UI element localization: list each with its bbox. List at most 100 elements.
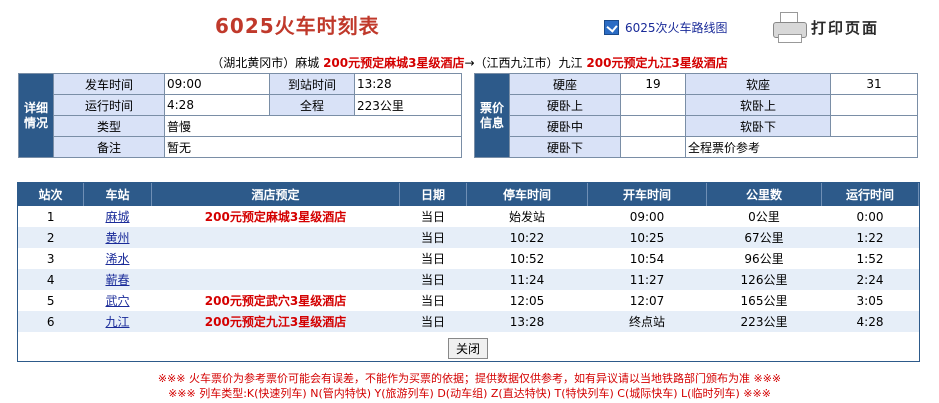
train-type-legend: ※※※ 列车类型:K(快速列车) N(管内特快) Y(旅游列车) D(动车组) … [168, 387, 771, 400]
cell-arrive: 12:05 [466, 290, 588, 311]
soft-seat-label: 软座 [685, 73, 831, 95]
cell-date: 当日 [399, 269, 467, 290]
map-icon [604, 20, 619, 35]
table-row: 4 蕲春 当日 11:24 11:27 126公里 2:24 [18, 269, 919, 290]
from-region: （湖北黄冈市） [211, 56, 296, 70]
cell-km: 96公里 [706, 248, 822, 269]
hard-sleeper-down-label: 硬卧下 [509, 136, 621, 158]
depart-label: 发车时间 [53, 73, 165, 95]
hotel-link[interactable]: 200元预定麻城3星级酒店 [151, 206, 400, 227]
cell-arrive: 始发站 [466, 206, 588, 227]
hard-sleeper-mid-label: 硬卧中 [509, 115, 621, 137]
soft-sleeper-up-label: 软卧上 [685, 94, 831, 116]
cell-arrive: 13:28 [466, 311, 588, 332]
fare-disclaimer: ※※※ 火车票价为参考票价可能会有误差，不能作为买票的依据；提供数据仅供参考，如… [157, 372, 782, 385]
hotel-cell [151, 248, 400, 269]
cell-km: 67公里 [706, 227, 822, 248]
printer-icon [773, 12, 807, 43]
cell-arrive: 11:24 [466, 269, 588, 290]
cell-run: 3:05 [821, 290, 919, 311]
table-row: 2 黄州 当日 10:22 10:25 67公里 1:22 [18, 227, 919, 248]
cell-date: 当日 [399, 227, 467, 248]
hotel-link[interactable]: 200元预定九江3星级酒店 [151, 311, 400, 332]
hotel-cell [151, 227, 400, 248]
from-city: 麻城 [295, 56, 320, 70]
run-value: 4:28 [164, 94, 270, 116]
arrive-value: 13:28 [354, 73, 462, 95]
cell-run: 2:24 [821, 269, 919, 290]
cell-date: 当日 [399, 206, 467, 227]
distance-label: 全程 [269, 94, 355, 116]
cell-run: 1:22 [821, 227, 919, 248]
to-city: 九江 [558, 56, 583, 70]
cell-depart: 终点站 [587, 311, 707, 332]
cell-km: 223公里 [706, 311, 822, 332]
station-link[interactable]: 麻城 [105, 210, 129, 224]
cell-no: 6 [18, 311, 84, 332]
cell-no: 1 [18, 206, 84, 227]
cell-depart: 10:54 [587, 248, 707, 269]
table-row: 3 浠水 当日 10:52 10:54 96公里 1:52 [18, 248, 919, 269]
station-link[interactable]: 浠水 [105, 252, 129, 266]
cell-run: 0:00 [821, 206, 919, 227]
route-line: （湖北黄冈市）麻城 200元预定麻城3星级酒店→（江西九江市）九江 200元预定… [0, 54, 939, 71]
distance-value: 223公里 [354, 94, 462, 116]
cell-no: 2 [18, 227, 84, 248]
cell-date: 当日 [399, 311, 467, 332]
from-hotel-link[interactable]: 200元预定麻城3星级酒店 [323, 56, 464, 70]
cell-km: 0公里 [706, 206, 822, 227]
soft-seat-value: 31 [830, 73, 918, 95]
route-arrow: → [464, 56, 475, 70]
table-row: 1 麻城 200元预定麻城3星级酒店 当日 始发站 09:00 0公里 0:00 [18, 206, 919, 227]
cell-depart: 11:27 [587, 269, 707, 290]
col-header-no: 站次 [18, 183, 84, 206]
hard-seat-value: 19 [620, 73, 686, 95]
table-row: 6 九江 200元预定九江3星级酒店 当日 13:28 终点站 223公里 4:… [18, 311, 919, 332]
schedule-table: 站次 车站 酒店预定 日期 停车时间 开车时间 公里数 运行时间 1 麻城 20… [18, 183, 919, 332]
station-link[interactable]: 黄州 [105, 231, 129, 245]
page-title: 6025火车时刻表 [215, 14, 380, 38]
detail-heading: 详细情况 [18, 73, 54, 158]
hard-seat-label: 硬座 [509, 73, 621, 95]
col-header-hotel: 酒店预定 [151, 183, 400, 206]
cell-depart: 12:07 [587, 290, 707, 311]
cell-arrive: 10:22 [466, 227, 588, 248]
remark-value: 暂无 [164, 136, 462, 158]
close-button[interactable]: 关闭 [448, 338, 488, 359]
hard-sleeper-up-label: 硬卧上 [509, 94, 621, 116]
to-hotel-link[interactable]: 200元预定九江3星级酒店 [586, 56, 727, 70]
print-button[interactable]: 打印页面 [773, 12, 880, 43]
station-link[interactable]: 蕲春 [105, 273, 129, 287]
table-row: 5 武穴 200元预定武穴3星级酒店 当日 12:05 12:07 165公里 … [18, 290, 919, 311]
type-value: 普慢 [164, 115, 462, 137]
col-header-station: 车站 [83, 183, 152, 206]
cell-no: 3 [18, 248, 84, 269]
route-map-link[interactable]: 6025次火车路线图 [604, 19, 728, 36]
col-header-depart: 开车时间 [587, 183, 707, 206]
hotel-cell [151, 269, 400, 290]
col-header-arrive: 停车时间 [466, 183, 588, 206]
fare-reference-note: 全程票价参考 [685, 136, 918, 158]
cell-depart: 09:00 [587, 206, 707, 227]
col-header-km: 公里数 [706, 183, 822, 206]
print-label: 打印页面 [811, 18, 880, 37]
cell-date: 当日 [399, 248, 467, 269]
col-header-date: 日期 [399, 183, 467, 206]
depart-value: 09:00 [164, 73, 270, 95]
cell-no: 5 [18, 290, 84, 311]
station-link[interactable]: 武穴 [105, 294, 129, 308]
station-link[interactable]: 九江 [105, 315, 129, 329]
cell-km: 165公里 [706, 290, 822, 311]
soft-sleeper-down-label: 软卧下 [685, 115, 831, 137]
hotel-link[interactable]: 200元预定武穴3星级酒店 [151, 290, 400, 311]
to-region: （江西九江市） [474, 56, 559, 70]
cell-run: 4:28 [821, 311, 919, 332]
cell-no: 4 [18, 269, 84, 290]
detail-table: 详细情况 发车时间 09:00 到站时间 13:28 运行时间 4:28 全程 … [18, 73, 462, 158]
schedule-panel: 站次 车站 酒店预定 日期 停车时间 开车时间 公里数 运行时间 1 麻城 20… [17, 182, 920, 362]
arrive-label: 到站时间 [269, 73, 355, 95]
type-label: 类型 [53, 115, 165, 137]
cell-run: 1:52 [821, 248, 919, 269]
cell-km: 126公里 [706, 269, 822, 290]
route-map-link-text[interactable]: 6025次火车路线图 [625, 19, 728, 36]
